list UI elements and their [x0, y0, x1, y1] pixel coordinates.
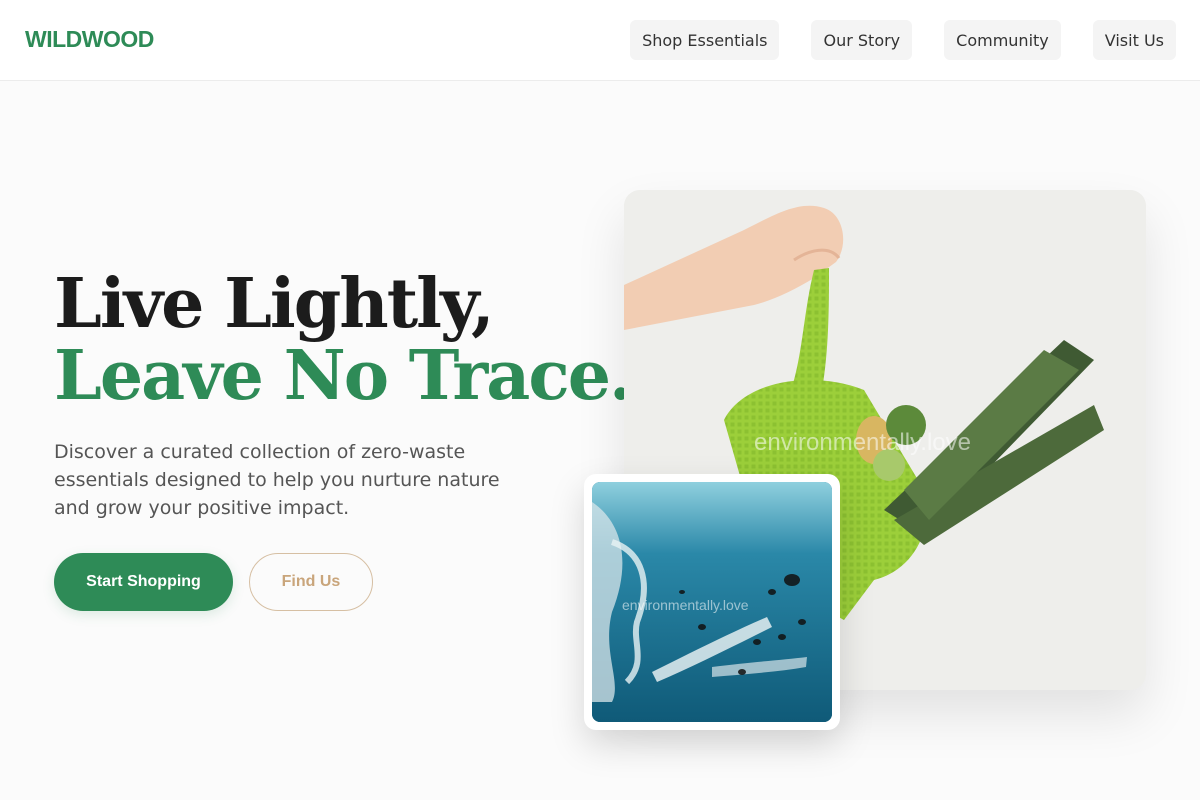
brand-logo[interactable]: WILDWOOD [25, 26, 154, 53]
site-header: WILDWOOD Shop Essentials Our Story Commu… [0, 0, 1200, 81]
ocean-plastic-image: environmentally.love [592, 482, 832, 722]
ocean-illustration: environmentally.love [592, 482, 832, 722]
start-shopping-button[interactable]: Start Shopping [54, 553, 233, 611]
hero-title-line1: Live Lightly, [54, 264, 495, 344]
nav-community[interactable]: Community [944, 20, 1061, 60]
hero-title: Live Lightly, Leave No Trace. [54, 264, 633, 416]
inset-image-card: environmentally.love [584, 474, 840, 730]
find-us-button[interactable]: Find Us [249, 553, 373, 611]
nav-visit-us[interactable]: Visit Us [1092, 20, 1176, 60]
hero-title-line2: Leave No Trace. [54, 336, 633, 416]
nav-our-story[interactable]: Our Story [811, 20, 913, 60]
main-nav: Shop Essentials Our Story Community Visi… [630, 20, 1176, 60]
inset-watermark-text: environmentally.love [622, 597, 749, 613]
nav-shop-essentials[interactable]: Shop Essentials [630, 20, 780, 60]
hero-description: Discover a curated collection of zero-wa… [54, 441, 500, 519]
watermark-text: environmentally.love [754, 429, 971, 456]
